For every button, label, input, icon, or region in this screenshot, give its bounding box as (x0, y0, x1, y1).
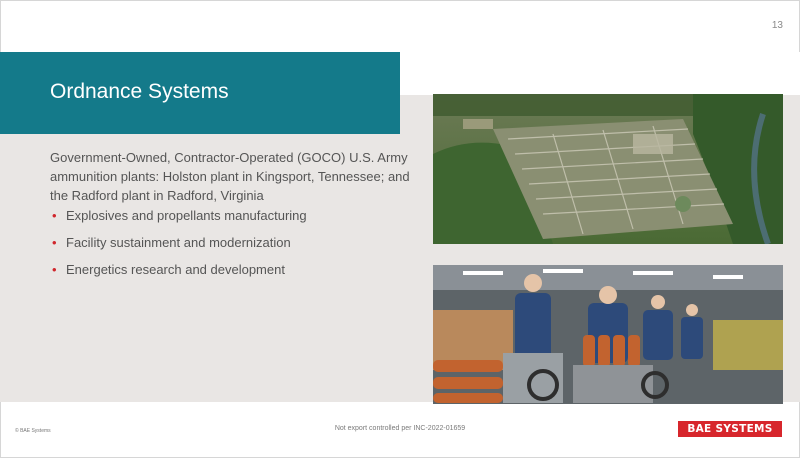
bullet-item: • Energetics research and development (50, 260, 410, 287)
bullet-item: • Facility sustainment and modernization (50, 233, 410, 260)
aerial-plant-photo (433, 94, 783, 244)
page-number: 13 (771, 20, 783, 31)
bae-systems-logo: BAE SYSTEMS (678, 421, 782, 437)
bullet-dot-icon: • (52, 208, 57, 223)
factory-workers-photo (433, 265, 783, 404)
aerial-plant-image (433, 94, 783, 244)
bullet-text: Facility sustainment and modernization (66, 235, 291, 250)
top-right-spacer (400, 52, 800, 95)
factory-workers-image (433, 265, 783, 404)
intro-paragraph: Government-Owned, Contractor-Operated (G… (50, 150, 410, 203)
bullet-dot-icon: • (52, 262, 57, 277)
bullet-text: Explosives and propellants manufacturing (66, 208, 307, 223)
bullet-list: • Explosives and propellants manufacturi… (50, 206, 410, 287)
slide-title: Ordnance Systems (50, 80, 229, 103)
bullet-text: Energetics research and development (66, 262, 285, 277)
bullet-dot-icon: • (52, 235, 57, 250)
bullet-item: • Explosives and propellants manufacturi… (50, 206, 410, 233)
